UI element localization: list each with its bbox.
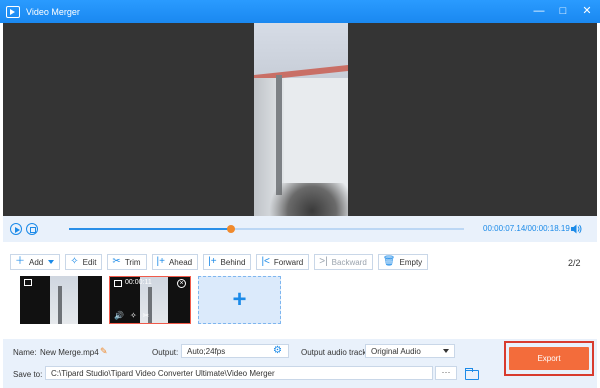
edit-button[interactable]: ✧ Edit — [65, 254, 103, 270]
progress-knob[interactable] — [226, 225, 235, 233]
stop-icon[interactable] — [26, 223, 38, 235]
chevron-down-icon[interactable] — [48, 260, 55, 264]
video-frame — [254, 23, 348, 216]
folder-icon[interactable] — [464, 368, 479, 380]
name-label: Name: — [13, 348, 37, 357]
save-to-label: Save to: — [13, 370, 43, 379]
trash-icon: 🗑 — [382, 256, 396, 267]
audio-track-value: Original Audio — [371, 346, 421, 356]
add-clip-button[interactable]: + — [198, 276, 281, 324]
insert-ahead-icon: |+ — [156, 256, 165, 267]
progress-fill — [69, 228, 231, 230]
play-icon[interactable] — [10, 223, 22, 235]
film-icon — [114, 280, 122, 287]
export-button[interactable]: Export — [509, 347, 589, 370]
empty-button[interactable]: 🗑 Empty — [377, 254, 429, 270]
save-path-field[interactable]: C:\Tipard Studio\Tipard Video Converter … — [45, 366, 433, 380]
audio-icon[interactable]: 🔊 — [114, 311, 124, 320]
empty-label: Empty — [399, 257, 423, 267]
forward-icon: |< — [261, 256, 270, 267]
clip-toolbar: ＋ Add ✧ Edit ✂ Trim |+ Ahead |+ Behind |< Forw… — [10, 254, 433, 270]
trim-label: Trim — [124, 257, 141, 267]
behind-label: Behind — [220, 257, 246, 267]
backward-label: Backward — [331, 257, 367, 267]
audio-track-label: Output audio track: — [301, 348, 369, 357]
save-path-value: C:\Tipard Studio\Tipard Video Converter … — [51, 368, 275, 378]
magic-wand-icon: ✧ — [70, 256, 79, 267]
backward-icon: >| — [319, 256, 328, 267]
window-title: Video Merger — [26, 6, 80, 17]
insert-behind-icon: |+ — [208, 256, 217, 267]
player-controls: 00:00:07.14/00:00:18.19 — [3, 216, 597, 242]
chevron-down-icon — [443, 349, 449, 353]
title-bar: Video Merger — □ ✕ — [0, 0, 600, 23]
clip-duration: 00:00:11 — [125, 279, 152, 286]
remove-clip-icon[interactable]: × — [177, 279, 186, 288]
film-icon — [24, 279, 32, 286]
scissors-icon[interactable]: ✂ — [143, 311, 150, 320]
gear-icon[interactable]: ⚙ — [273, 345, 282, 356]
total-time: 00:00:18.19 — [527, 224, 570, 233]
maximize-button[interactable]: □ — [556, 4, 570, 18]
counter-total: 2 — [575, 258, 581, 268]
output-format-value: Auto;24fps — [187, 346, 226, 356]
scissors-icon: ✂ — [112, 256, 121, 267]
add-button[interactable]: ＋ Add — [10, 254, 61, 270]
forward-button[interactable]: |< Forward — [256, 254, 310, 270]
effect-icon[interactable]: ✧ — [130, 311, 137, 320]
clip-thumbnail[interactable] — [20, 276, 102, 324]
clip-counter: 2/2 — [568, 258, 581, 268]
edit-label: Edit — [82, 257, 97, 267]
output-label: Output: — [152, 348, 179, 357]
pencil-icon[interactable]: ✎ — [100, 346, 108, 357]
clip-thumbnail-selected[interactable]: 00:00:11 × 🔊 ✧ ✂ — [109, 276, 191, 324]
ahead-label: Ahead — [168, 257, 193, 267]
browse-button[interactable]: ··· — [435, 366, 457, 380]
backward-button[interactable]: >| Backward — [314, 254, 373, 270]
forward-label: Forward — [273, 257, 304, 267]
plus-icon: ＋ — [15, 256, 25, 267]
current-time: 00:00:07.14 — [483, 224, 526, 233]
ahead-button[interactable]: |+ Ahead — [151, 254, 199, 270]
file-name: New Merge.mp4 — [40, 348, 99, 357]
add-label: Add — [29, 257, 44, 267]
app-video-icon — [6, 5, 20, 18]
video-preview — [3, 23, 597, 216]
plus-icon: + — [232, 286, 247, 313]
trim-button[interactable]: ✂ Trim — [107, 254, 147, 270]
behind-button[interactable]: |+ Behind — [203, 254, 252, 270]
progress-bar[interactable] — [69, 225, 464, 233]
close-button[interactable]: ✕ — [580, 4, 594, 18]
audio-track-select[interactable]: Original Audio — [365, 344, 455, 358]
minimize-button[interactable]: — — [532, 4, 546, 18]
volume-icon[interactable] — [570, 223, 582, 235]
timecode: 00:00:07.14/00:00:18.19 — [483, 224, 570, 233]
